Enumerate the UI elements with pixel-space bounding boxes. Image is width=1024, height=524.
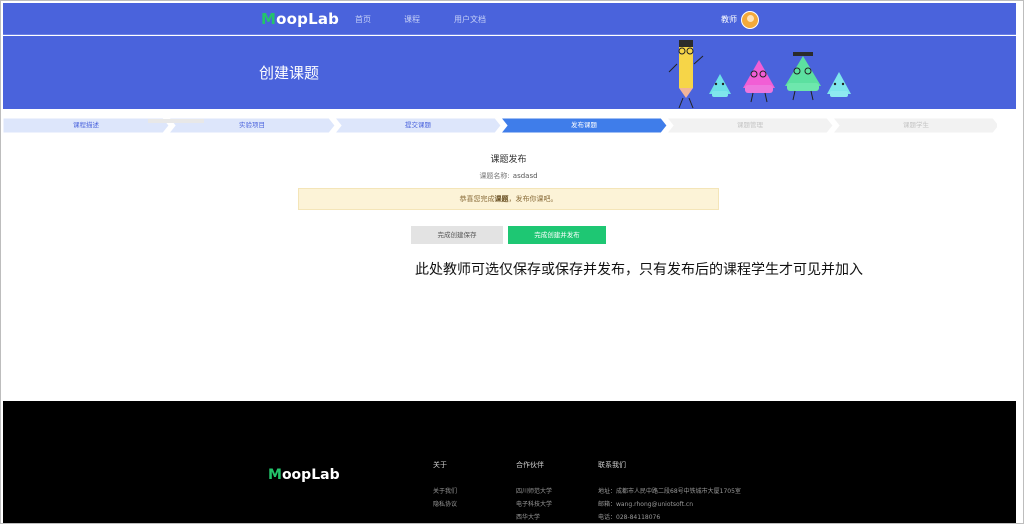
- footer-logo[interactable]: MoopLab: [268, 467, 340, 483]
- step-item[interactable]: 课题管理: [671, 118, 829, 133]
- course-name-value: asdasd: [512, 172, 538, 180]
- top-navbar: MoopLab 首页 课程 用户文档 教师: [3, 3, 1016, 35]
- site-logo[interactable]: MoopLab: [261, 10, 339, 28]
- logo-mark: M: [261, 10, 277, 28]
- footer: MoopLab 关于 关于我们 隐私协议 合作伙伴 四川师范大学 电子科技大学 …: [3, 401, 1016, 523]
- footer-link-about-us[interactable]: 关于我们: [433, 486, 457, 495]
- logo-text: oopLab: [276, 10, 340, 28]
- nav-course-link[interactable]: 课程: [404, 14, 420, 25]
- nav-docs-link[interactable]: 用户文档: [454, 14, 486, 25]
- footer-contact-email[interactable]: 邮箱：wang.rhong@uniotsoft.cn: [598, 499, 693, 508]
- success-notice: 恭喜您完成课题，发布你课吧。: [298, 188, 719, 210]
- step-item[interactable]: 发布课题: [505, 118, 663, 133]
- course-name-label: 课题名称:: [479, 172, 510, 180]
- publish-section-title: 课题发布: [490, 155, 527, 165]
- footer-partner-item[interactable]: 四川师范大学: [516, 486, 552, 495]
- user-name[interactable]: 教师: [721, 14, 737, 25]
- notice-prefix: 恭喜您完成: [459, 195, 495, 203]
- footer-contact-heading: 联系我们: [598, 461, 626, 469]
- footer-contact-phone: 电话：028-84118076: [598, 514, 661, 521]
- mascot-illustration: [668, 40, 851, 109]
- publish-button[interactable]: 完成创建并发布: [508, 226, 606, 244]
- footer-partners-heading: 合作伙伴: [516, 461, 544, 469]
- step-item[interactable]: 提交课题: [339, 118, 497, 133]
- footer-contact-address: 地址：成都市人民中路二段68号中铁城市大厦1705室: [598, 488, 741, 495]
- nav-home-link[interactable]: 首页: [355, 14, 371, 25]
- footer-partner-item[interactable]: 电子科技大学: [516, 499, 552, 508]
- step-item[interactable]: 课题学生: [837, 118, 995, 133]
- footer-logo-mark: M: [268, 467, 282, 483]
- notice-suffix: ，发布你课吧。: [508, 195, 558, 203]
- footer-logo-text: oopLab: [281, 467, 340, 483]
- avatar[interactable]: [741, 11, 759, 29]
- footer-about-heading: 关于: [433, 461, 447, 469]
- step-item[interactable]: 课程描述: [7, 118, 165, 133]
- hero-banner: 创建课题: [3, 36, 1016, 109]
- footer-partner-item[interactable]: 西华大学: [516, 512, 540, 521]
- footer-link-privacy[interactable]: 隐私协议: [433, 499, 457, 508]
- course-name-row: 课题名称: asdasd: [1, 171, 1016, 181]
- save-button[interactable]: 完成创建保存: [411, 226, 503, 244]
- page-title: 创建课题: [259, 64, 320, 82]
- annotation-note: 此处教师可选仅保存或保存并发布，只有发布后的课程学生才可见并加入: [415, 262, 863, 278]
- page-frame: MoopLab 首页 课程 用户文档 教师 创建课题 课程描述 实验项目 提交课…: [0, 0, 1024, 524]
- notice-highlight: 课题: [494, 195, 509, 203]
- horizontal-scrollbar[interactable]: [148, 119, 204, 123]
